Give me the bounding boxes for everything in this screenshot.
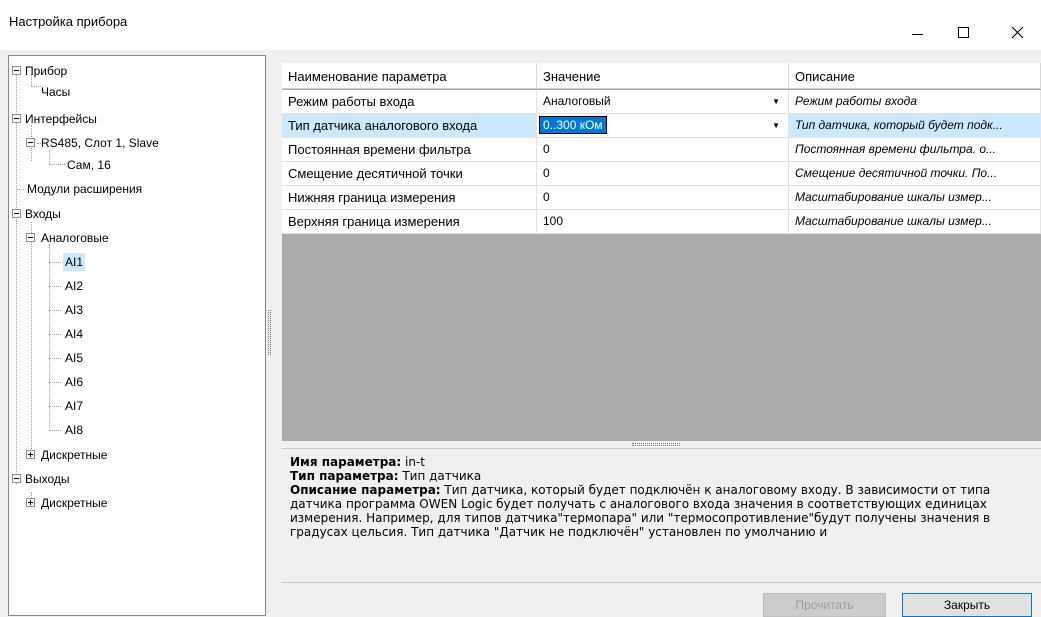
tree-node-ai7[interactable]: AI7: [65, 397, 83, 415]
param-value: Аналоговый: [543, 94, 611, 108]
table-row[interactable]: Верхняя граница измерения 100 Масштабиро…: [282, 210, 1041, 234]
parameter-grid[interactable]: Наименование параметра Значение Описание…: [282, 63, 1041, 441]
param-value: 0..300 кОм: [539, 116, 607, 134]
title-bar: Настройка прибора: [0, 0, 1041, 50]
param-description: Масштабирование шкалы измер...: [789, 210, 1041, 233]
tree-node-sam[interactable]: Сам, 16: [67, 156, 111, 174]
param-name: Постоянная времени фильтра: [282, 138, 537, 161]
param-value-select[interactable]: 0..300 кОм ▼: [537, 114, 789, 137]
table-row[interactable]: Режим работы входа Аналоговый ▼ Режим раб…: [282, 90, 1041, 114]
tree-node-ai8[interactable]: AI8: [65, 421, 83, 439]
column-header-value[interactable]: Значение: [537, 63, 789, 89]
table-row-selected[interactable]: Тип датчика аналогового входа 0..300 кОм…: [282, 114, 1041, 138]
tree-node-outputs[interactable]: Выходы: [25, 470, 70, 488]
device-tree[interactable]: Прибор Часы Интерфейсы RS485, Слот 1, Sl…: [8, 55, 266, 616]
param-name: Смещение десятичной точки: [282, 162, 537, 185]
close-window-button[interactable]: [995, 5, 1041, 45]
collapse-inputs-toggle[interactable]: [12, 209, 21, 218]
param-description: Постоянная времени фильтра. о...: [789, 138, 1041, 161]
tree-node-interfaces[interactable]: Интерфейсы: [25, 110, 97, 128]
parameter-details: Имя параметра: in-t Тип параметра: Тип д…: [282, 448, 1041, 582]
param-type-value: Тип датчика: [398, 469, 482, 483]
collapse-device-toggle[interactable]: [12, 66, 21, 75]
tree-node-device[interactable]: Прибор: [25, 62, 67, 80]
tree-node-discrete-outputs[interactable]: Дискретные: [41, 494, 107, 512]
param-description: Смещение десятичной точки. По...: [789, 162, 1041, 185]
param-description: Масштабирование шкалы измер...: [789, 186, 1041, 209]
horizontal-splitter[interactable]: [632, 443, 680, 446]
tree-node-analog[interactable]: Аналоговые: [41, 229, 109, 247]
param-name-label: Имя параметра:: [290, 455, 402, 469]
minimize-icon: [912, 34, 923, 35]
tree-node-ai4[interactable]: AI4: [65, 325, 83, 343]
param-name: Нижняя граница измерения: [282, 186, 537, 209]
table-row[interactable]: Постоянная времени фильтра 0 Постоянная …: [282, 138, 1041, 162]
param-name: Тип датчика аналогового входа: [282, 114, 537, 137]
tree-node-inputs[interactable]: Входы: [25, 205, 61, 223]
expand-discrete-in-toggle[interactable]: [26, 450, 35, 459]
read-button[interactable]: Прочитать: [763, 593, 886, 617]
param-type-label: Тип параметра:: [290, 469, 399, 483]
collapse-rs485-toggle[interactable]: [26, 138, 35, 147]
dropdown-arrow-icon[interactable]: ▼: [772, 90, 780, 113]
table-row[interactable]: Смещение десятичной точки 0 Смещение дес…: [282, 162, 1041, 186]
param-description: Тип датчика, который будет подк...: [789, 114, 1041, 137]
maximize-icon: [958, 27, 969, 38]
tree-node-ai5[interactable]: AI5: [65, 349, 83, 367]
param-name-value: in-t: [401, 455, 425, 469]
param-value-input[interactable]: 100: [537, 210, 789, 233]
param-value-select[interactable]: Аналоговый ▼: [537, 90, 789, 113]
column-header-name[interactable]: Наименование параметра: [282, 63, 537, 89]
param-description: Режим работы входа: [789, 90, 1041, 113]
collapse-outputs-toggle[interactable]: [12, 474, 21, 483]
footer-divider: [282, 582, 1041, 583]
tree-node-clock[interactable]: Часы: [41, 83, 70, 101]
table-row[interactable]: Нижняя граница измерения 0 Масштабирован…: [282, 186, 1041, 210]
param-value-input[interactable]: 0: [537, 138, 789, 161]
collapse-interfaces-toggle[interactable]: [12, 114, 21, 123]
param-name: Верхняя граница измерения: [282, 210, 537, 233]
maximize-button[interactable]: [941, 5, 987, 45]
tree-node-modules[interactable]: Модули расширения: [27, 180, 142, 198]
column-header-description[interactable]: Описание: [789, 63, 1041, 89]
dropdown-arrow-icon[interactable]: ▼: [772, 114, 780, 137]
param-value-input[interactable]: 0: [537, 186, 789, 209]
tree-node-rs485[interactable]: RS485, Слот 1, Slave: [41, 134, 159, 152]
grid-header: Наименование параметра Значение Описание: [282, 63, 1041, 89]
expand-discrete-out-toggle[interactable]: [26, 498, 35, 507]
tree-node-discrete-inputs[interactable]: Дискретные: [41, 446, 107, 464]
close-button[interactable]: Закрыть: [902, 593, 1032, 617]
minimize-button[interactable]: [895, 5, 941, 45]
vertical-splitter[interactable]: [268, 310, 271, 355]
tree-node-ai6[interactable]: AI6: [65, 373, 83, 391]
window-title: Настройка прибора: [9, 14, 128, 29]
tree-node-ai2[interactable]: AI2: [65, 277, 83, 295]
close-icon: [1012, 27, 1023, 38]
param-name: Режим работы входа: [282, 90, 537, 113]
param-desc-label: Описание параметра:: [290, 483, 441, 497]
tree-node-ai1[interactable]: AI1: [63, 253, 86, 271]
collapse-analog-toggle[interactable]: [26, 233, 35, 242]
tree-node-ai3[interactable]: AI3: [65, 301, 83, 319]
param-value-input[interactable]: 0: [537, 162, 789, 185]
